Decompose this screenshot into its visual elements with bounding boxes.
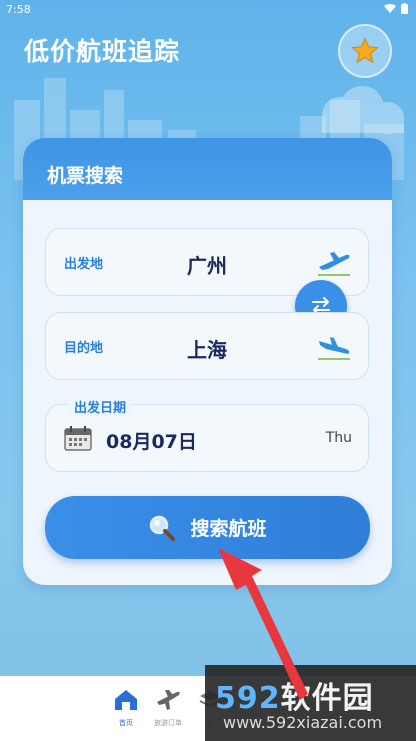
calendar-icon bbox=[64, 426, 92, 451]
status-bar: 7:58 bbox=[0, 0, 416, 20]
destination-field[interactable]: 目的地 上海 bbox=[45, 312, 369, 380]
search-icon bbox=[150, 515, 176, 541]
departure-date-value: 08月07日 bbox=[106, 431, 197, 453]
status-icons bbox=[383, 3, 408, 17]
star-icon bbox=[351, 37, 379, 64]
plane-landing-icon bbox=[318, 337, 350, 360]
plane-icon bbox=[157, 690, 180, 710]
flight-search-card: 机票搜索 出发地 广州 目的地 上海 出发日期 08月07日 Thu 搜索航班 bbox=[23, 138, 392, 585]
watermark-url: www.592xiazai.com bbox=[223, 713, 383, 732]
departure-date-field[interactable]: 出发日期 08月07日 Thu bbox=[45, 397, 369, 472]
app-title: 低价航班追踪 bbox=[24, 37, 181, 66]
plane-takeoff-icon bbox=[318, 252, 350, 276]
search-flights-label: 搜索航班 bbox=[190, 518, 267, 540]
search-flights-button[interactable]: 搜索航班 bbox=[45, 496, 370, 559]
watermark-logo: 592软件园 bbox=[215, 681, 374, 716]
favorite-button[interactable] bbox=[338, 24, 392, 78]
site-watermark: 592软件园 www.592xiazai.com bbox=[205, 665, 416, 741]
card-title: 机票搜索 bbox=[23, 138, 392, 200]
battery-icon bbox=[401, 3, 408, 14]
departure-weekday: Thu bbox=[325, 430, 352, 446]
status-time: 7:58 bbox=[6, 3, 31, 16]
wifi-icon bbox=[383, 4, 396, 13]
home-icon bbox=[115, 690, 137, 710]
departure-date-label: 出发日期 bbox=[68, 397, 133, 416]
